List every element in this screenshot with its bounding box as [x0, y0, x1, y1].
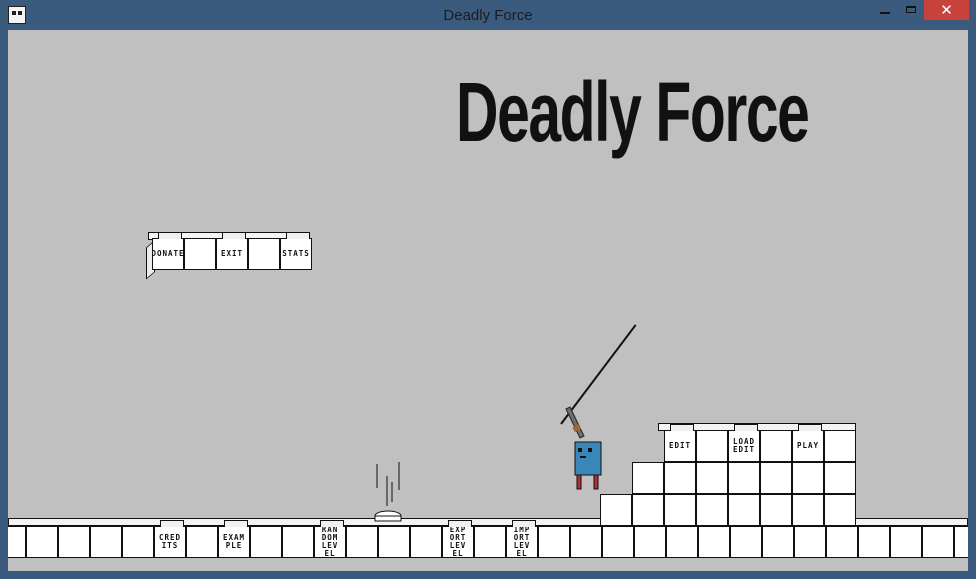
- ground-block: [538, 526, 570, 558]
- platform-block: [792, 462, 824, 494]
- platform-block: [696, 462, 728, 494]
- ground-block: [858, 526, 890, 558]
- platform-block: [696, 430, 728, 462]
- credits-button[interactable]: CRED ITS: [154, 520, 186, 558]
- exit-button[interactable]: EXIT: [216, 232, 248, 270]
- edit-label: EDIT: [668, 441, 692, 450]
- play-label: PLAY: [796, 441, 820, 450]
- credits-label: CRED ITS: [158, 533, 182, 550]
- close-button[interactable]: ✕: [924, 0, 969, 20]
- ground-block: [186, 526, 218, 558]
- example-label: EXAM PLE: [222, 533, 246, 550]
- play-button[interactable]: PLAY: [792, 424, 824, 462]
- platform-block: [824, 494, 856, 526]
- panda-icon: [8, 6, 26, 24]
- minimize-button[interactable]: [870, 0, 900, 20]
- close-icon: ✕: [940, 1, 953, 19]
- ground-block: [602, 526, 634, 558]
- platform-block: [664, 494, 696, 526]
- import-level-button[interactable]: IMP ORT LEV EL: [506, 520, 538, 558]
- player-character[interactable]: [560, 404, 606, 490]
- donate-label: DONATE: [151, 249, 185, 258]
- platform-block: [600, 494, 632, 526]
- blank-block: [184, 238, 216, 270]
- platform-block: [728, 494, 760, 526]
- ground-block: [90, 526, 122, 558]
- platform-block: [632, 494, 664, 526]
- platform-block: [824, 430, 856, 462]
- edit-button[interactable]: EDIT: [664, 424, 696, 462]
- ground-block: [634, 526, 666, 558]
- platform-block: [760, 494, 792, 526]
- export-level-label: EXP ORT LEV EL: [449, 525, 467, 558]
- ground-block: [378, 526, 410, 558]
- ground-block: [410, 526, 442, 558]
- exit-label: EXIT: [220, 249, 244, 258]
- gun-icon: [565, 406, 585, 439]
- load-edit-label: LOAD EDIT: [732, 437, 756, 454]
- random-level-label: RAN DOM LEV EL: [321, 525, 339, 558]
- ground-block: [666, 526, 698, 558]
- platform-block: [760, 462, 792, 494]
- ground-block: [26, 526, 58, 558]
- spawn-pad: [374, 462, 402, 522]
- load-edit-button[interactable]: LOAD EDIT: [728, 424, 760, 462]
- game-title: Deadly Force: [456, 65, 810, 159]
- ground-block: [698, 526, 730, 558]
- ground-block: [890, 526, 922, 558]
- maximize-button[interactable]: [898, 0, 924, 20]
- ground-block: [8, 526, 26, 558]
- ground-block: [794, 526, 826, 558]
- ground-block: [922, 526, 954, 558]
- platform-block: [824, 462, 856, 494]
- platform-block: [696, 494, 728, 526]
- platform-block: [760, 430, 792, 462]
- ground-block: [762, 526, 794, 558]
- export-level-button[interactable]: EXP ORT LEV EL: [442, 520, 474, 558]
- platform-block: [792, 494, 824, 526]
- ground-block: [58, 526, 90, 558]
- game-canvas[interactable]: Deadly Force DONATE EXIT STATS CRED ITS …: [8, 30, 968, 571]
- title-bar[interactable]: Deadly Force ✕: [0, 0, 976, 30]
- ground-block: [122, 526, 154, 558]
- platform-block: [664, 462, 696, 494]
- ground-block: [570, 526, 602, 558]
- stats-button[interactable]: STATS: [280, 232, 312, 270]
- ground-block: [826, 526, 858, 558]
- stats-label: STATS: [282, 249, 310, 258]
- ground-block: [346, 526, 378, 558]
- import-level-label: IMP ORT LEV EL: [513, 525, 531, 558]
- ground-block: [250, 526, 282, 558]
- ground-block: [954, 526, 968, 558]
- ground-block: [474, 526, 506, 558]
- ground-block: [282, 526, 314, 558]
- example-button[interactable]: EXAM PLE: [218, 520, 250, 558]
- donate-button[interactable]: DONATE: [151, 232, 185, 270]
- random-level-button[interactable]: RAN DOM LEV EL: [314, 520, 346, 558]
- platform-block: [728, 462, 760, 494]
- window-title: Deadly Force: [443, 7, 533, 24]
- ground-block: [730, 526, 762, 558]
- platform-block: [632, 462, 664, 494]
- blank-block: [248, 238, 280, 270]
